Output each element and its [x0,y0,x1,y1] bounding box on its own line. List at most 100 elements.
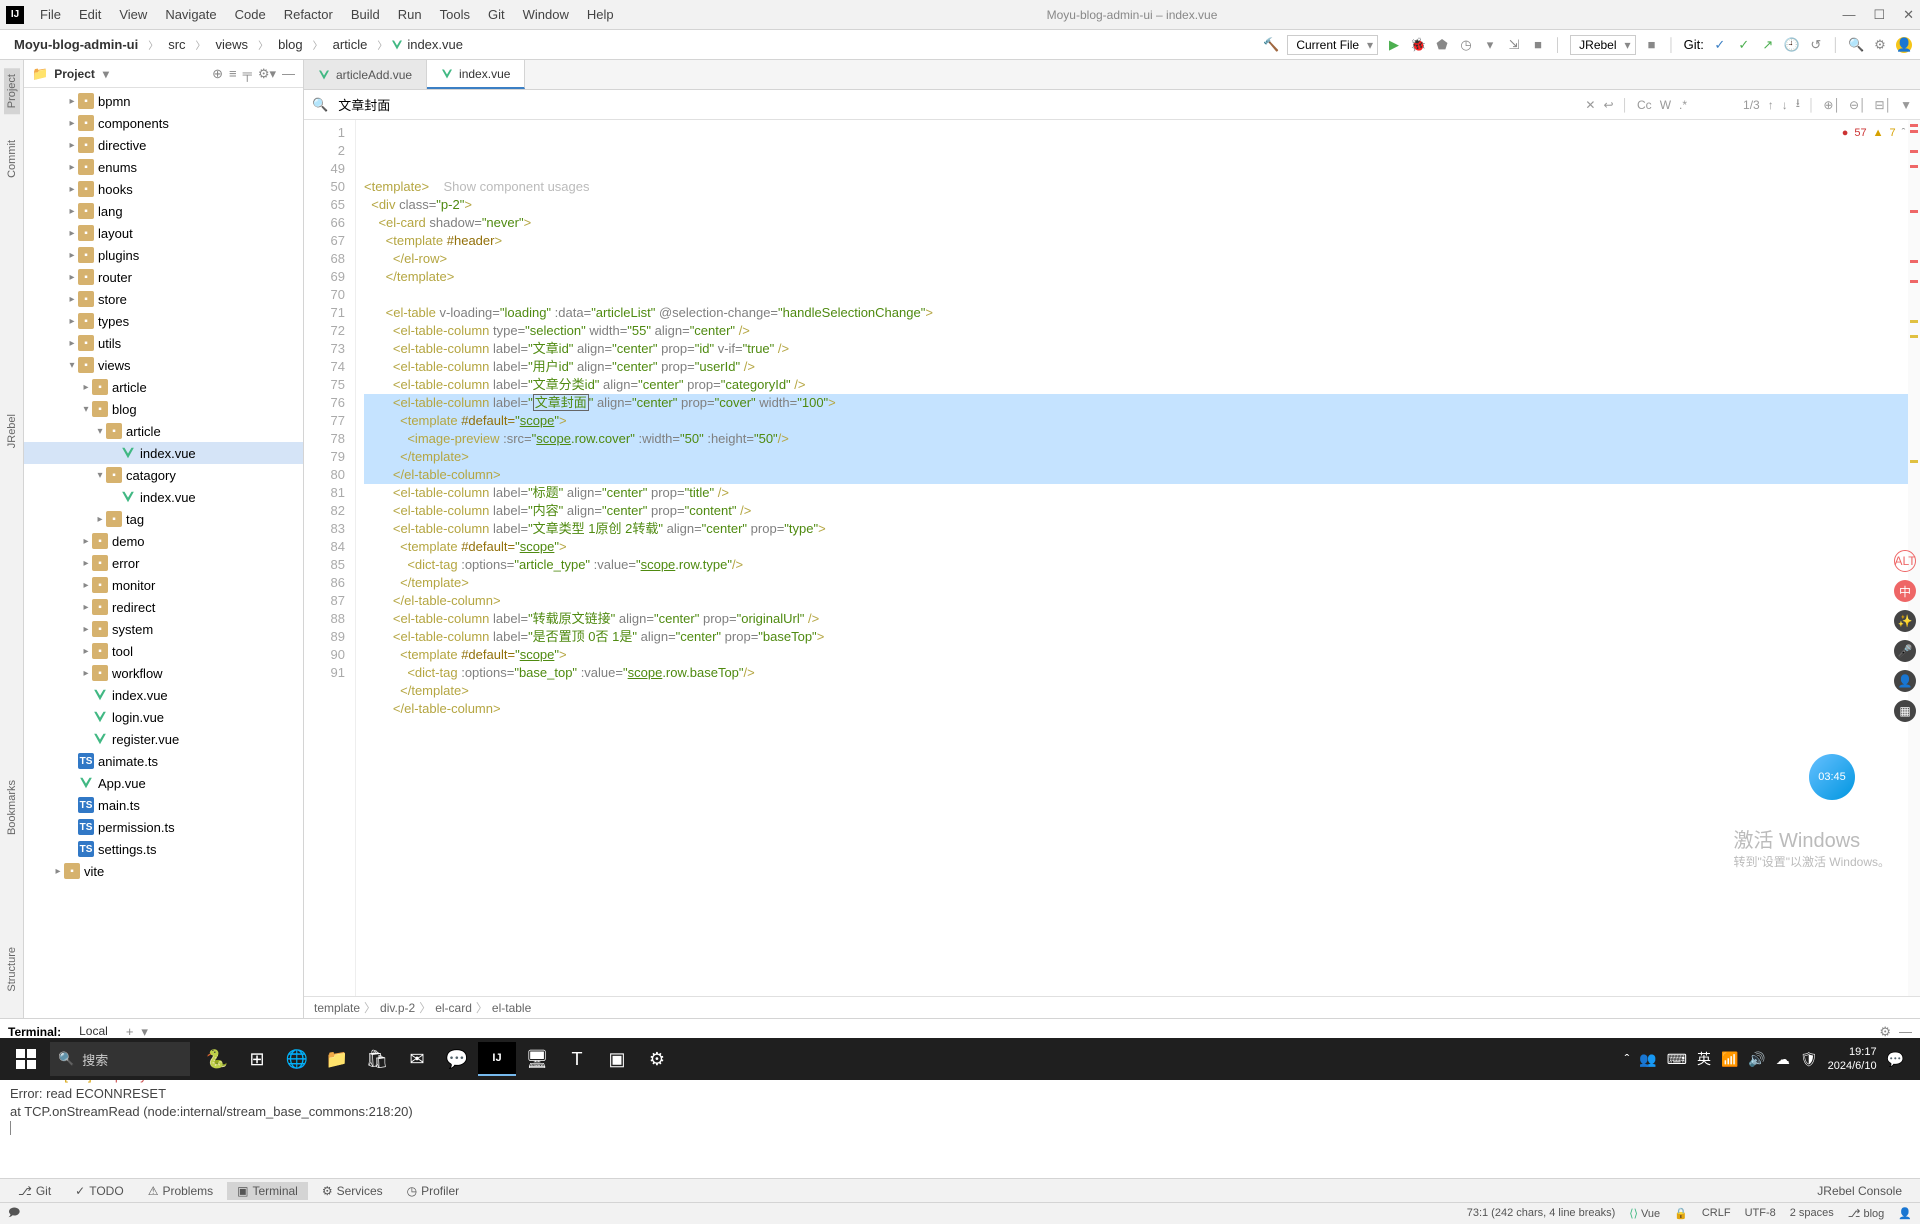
minimize-icon[interactable]: — [1842,7,1855,23]
tree-item[interactable]: ▪lang [24,200,303,222]
status-tasks-icon[interactable]: 👤 [1898,1207,1912,1220]
coverage-icon[interactable]: ⬟ [1434,37,1450,53]
bottom-tab-profiler[interactable]: ◷ Profiler [397,1182,470,1200]
tree-item[interactable]: ▪demo [24,530,303,552]
taskbar-app-terminal[interactable]: ▣ [598,1042,636,1076]
bottom-tab-problems[interactable]: ⚠ Problems [138,1182,223,1200]
editor-tab[interactable]: articleAdd.vue [304,60,427,89]
tree-arrow-icon[interactable] [66,272,78,283]
tree-item[interactable]: App.vue [24,772,303,794]
status-encoding[interactable]: UTF-8 [1745,1207,1776,1220]
tree-item[interactable]: ▪vite [24,860,303,882]
find-input[interactable] [338,97,538,112]
taskbar-app-typora[interactable]: T [558,1042,596,1076]
tree-item[interactable]: TSmain.ts [24,794,303,816]
tree-arrow-icon[interactable] [66,184,78,195]
tree-arrow-icon[interactable] [52,866,64,877]
tree-arrow-icon[interactable] [66,250,78,261]
more-run-icon[interactable]: ▾ [1482,37,1498,53]
menu-view[interactable]: View [111,3,155,26]
status-branch[interactable]: ⎇ blog [1848,1207,1885,1220]
tree-arrow-icon[interactable] [80,536,92,547]
tree-arrow-icon[interactable] [66,360,78,371]
tray-people-icon[interactable]: 👥 [1639,1051,1656,1068]
find-select-all-icon[interactable]: ⭳ [1796,94,1800,115]
tree-item[interactable]: ▪plugins [24,244,303,266]
close-icon[interactable]: ✕ [1903,7,1914,23]
find-next-icon[interactable]: ↓ [1782,98,1788,112]
float-alt-icon[interactable]: ALT [1894,550,1916,572]
status-lock-icon[interactable]: 🔒 [1674,1207,1688,1220]
float-grid-icon[interactable]: ▦ [1894,700,1916,722]
find-remove-selection-icon[interactable]: ⊖│ [1849,98,1867,112]
nav-crumb[interactable]: article [327,35,374,54]
status-indent[interactable]: 2 spaces [1790,1207,1834,1220]
tree-item[interactable]: register.vue [24,728,303,750]
jrebel-select[interactable]: JRebel [1570,35,1635,55]
settings-icon[interactable]: ⚙ [1872,37,1888,53]
menu-refactor[interactable]: Refactor [276,3,341,26]
taskbar-app-vm[interactable]: 🖥 [518,1042,556,1076]
taskbar-app-intellij[interactable]: IJ [478,1042,516,1076]
nav-crumb[interactable]: src [162,35,191,54]
tree-item[interactable]: ▪tool [24,640,303,662]
floating-timer-badge[interactable]: 03:45 [1809,754,1855,800]
search-everywhere-icon[interactable]: 🔍 [1848,37,1864,53]
float-mid-icon[interactable]: 中 [1894,580,1916,602]
tool-structure-tab[interactable]: Structure [4,941,20,998]
tree-item[interactable]: login.vue [24,706,303,728]
tree-arrow-icon[interactable] [80,580,92,591]
git-update-icon[interactable]: ✓ [1712,37,1728,53]
tray-input-icon[interactable]: ⌨ [1667,1051,1687,1068]
git-rollback-icon[interactable]: ↺ [1808,37,1824,53]
taskbar-app-edge[interactable]: 🌐 [278,1042,316,1076]
tool-bookmarks-tab[interactable]: Bookmarks [4,774,20,841]
find-filter-icon[interactable]: ▼ [1900,98,1912,112]
tree-item[interactable]: ▪layout [24,222,303,244]
editor-breadcrumb[interactable]: div.p-2 [380,1001,415,1015]
find-select-occurrences-icon[interactable]: ⊟│ [1875,98,1893,112]
select-opened-icon[interactable]: ⊕ [212,66,223,82]
menu-build[interactable]: Build [343,3,388,26]
taskbar-app-taskview[interactable]: ⊞ [238,1042,276,1076]
taskbar-app-obs[interactable]: ⚙ [638,1042,676,1076]
tree-arrow-icon[interactable] [80,646,92,657]
tree-item[interactable]: ▪article [24,420,303,442]
menu-code[interactable]: Code [227,3,274,26]
project-view-select[interactable]: Project [54,67,109,81]
tray-notifications-icon[interactable]: 💬 [1887,1051,1904,1068]
find-add-selection-icon[interactable]: ⊕│ [1823,98,1841,112]
tree-arrow-icon[interactable] [80,382,92,393]
tree-arrow-icon[interactable] [80,558,92,569]
editor-tab[interactable]: index.vue [427,60,525,89]
tree-item[interactable]: index.vue [24,442,303,464]
tree-arrow-icon[interactable] [66,206,78,217]
tree-arrow-icon[interactable] [94,514,106,525]
tree-item[interactable]: ▪redirect [24,596,303,618]
bottom-tab-services[interactable]: ⚙ Services [312,1182,393,1200]
terminal-hide-icon[interactable]: — [1899,1024,1912,1039]
menu-edit[interactable]: Edit [71,3,109,26]
tree-arrow-icon[interactable] [66,316,78,327]
find-history-icon[interactable]: ↩ [1603,98,1613,112]
run-config-select[interactable]: Current File [1287,35,1378,55]
tree-item[interactable]: ▪hooks [24,178,303,200]
tray-sync-icon[interactable]: ☁ [1776,1051,1790,1068]
tree-item[interactable]: ▪system [24,618,303,640]
bottom-tab-terminal[interactable]: ▣ Terminal [227,1182,308,1200]
tray-pin-icon[interactable]: 英 [1697,1049,1711,1069]
tree-item[interactable]: ▪blog [24,398,303,420]
tray-shield-icon[interactable]: 🛡 [1800,1051,1818,1068]
start-button[interactable] [6,1042,46,1076]
git-history-icon[interactable]: 🕘 [1784,37,1800,53]
tree-arrow-icon[interactable] [66,96,78,107]
tree-item[interactable]: ▪article [24,376,303,398]
run-icon[interactable]: ▶ [1386,37,1402,53]
tree-item[interactable]: ▪types [24,310,303,332]
tree-item[interactable]: ▪store [24,288,303,310]
nav-crumb[interactable]: blog [272,35,309,54]
tree-item[interactable]: ▪error [24,552,303,574]
tree-item[interactable]: ▪components [24,112,303,134]
expand-all-icon[interactable]: ≡ [229,66,237,81]
tray-clock[interactable]: 19:172024/6/10 [1828,1045,1877,1073]
